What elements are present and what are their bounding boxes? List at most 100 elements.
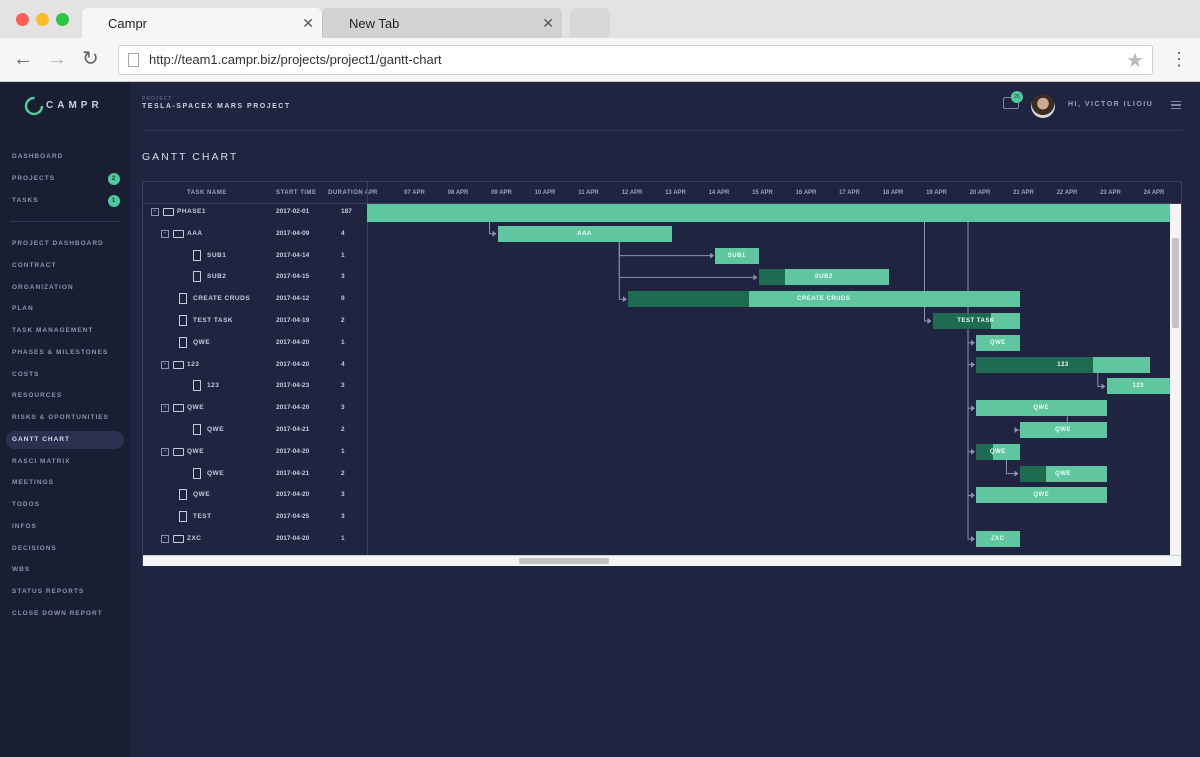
sidebar-item-status-reports[interactable]: STATUS REPORTS [6,583,124,601]
task-bar-label: CREATE CRUDS [797,296,851,303]
sidebar: CAMPR DASHBOARD PROJECTS 2 TASKS 1 PROJECT D… [0,82,130,757]
task-bar[interactable]: AAA [497,225,672,242]
close-tab-icon[interactable]: ✕ [302,8,314,39]
sidebar-item-risks-oportunities[interactable]: RISKS & OPORTUNITIES [6,409,124,427]
close-window-button[interactable] [16,13,29,26]
task-progress [976,356,1093,373]
dependency-arrow [971,339,975,346]
task-bar[interactable]: QWE [1019,422,1107,438]
task-bar[interactable]: CREATE CRUDS [628,291,1020,308]
bookmark-star-icon[interactable]: ★ [1126,48,1144,73]
sidebar-item-project-dashboard[interactable]: PROJECT DASHBOARD [6,235,124,253]
user-greeting[interactable]: HI, VICTOR ILIOIU [1068,101,1153,108]
tab-new-tab[interactable]: New Tab ✕ [322,8,562,39]
sidebar-item-close-down-report[interactable]: CLOSE DOWN REPORT [6,605,124,623]
sidebar-item-phases-milestones[interactable]: PHASES & MILESTONES [6,344,124,362]
task-bar[interactable] [367,204,1170,222]
tab-campr[interactable]: Campr ✕ [82,8,322,39]
tab-label: Campr [108,16,148,31]
scroll-thumb[interactable] [519,558,609,564]
dependency-arrow [623,296,627,303]
horizontal-scrollbar[interactable] [143,555,1181,566]
dependency-arrow [492,230,497,237]
sidebar-item-tasks[interactable]: TASKS 1 [6,192,124,210]
sidebar-divider [10,221,120,222]
task-bar-label: QWE [1033,405,1050,412]
sidebar-item-resources[interactable]: RESOURCES [6,387,124,405]
task-bar-label: SUB2 [814,274,833,281]
browser-menu-icon[interactable]: ⋮ [1170,48,1188,70]
sidebar-item-decisions[interactable]: DECISIONS [6,540,124,558]
reload-icon[interactable]: ↻ [82,48,99,70]
new-tab-button[interactable] [570,8,610,39]
gantt-chart: TASK NAME START TIME DURATION APR 07 APR 0… [142,181,1182,566]
sidebar-item-rasci-matrix[interactable]: RASCI MATRIX [6,453,124,471]
count-badge: 2 [108,173,120,185]
maximize-window-button[interactable] [56,13,69,26]
task-bar[interactable]: SUB2 [758,269,889,286]
sidebar-item-costs[interactable]: COSTS [6,366,124,384]
task-bar-label: ZXC [991,536,1005,542]
task-bar[interactable]: QWE [976,400,1107,417]
sidebar-item-organization[interactable]: ORGANIZATION [6,279,124,297]
browser-toolbar: ← → ↻ http://team1.campr.biz/projects/pr… [0,38,1200,82]
avatar[interactable] [1031,94,1055,118]
sidebar-item-contract[interactable]: CONTRACT [6,257,124,275]
dependency-arrow [927,318,932,324]
sidebar-item-label: TASKS [12,197,39,204]
task-bar-label: QWE [1055,470,1071,477]
task-bar-label: QWE [989,448,1006,455]
sidebar-item-gantt-chart[interactable]: GANTT CHART [6,430,124,449]
task-bar-label: AAA [577,230,592,237]
dependency-arrow [1014,427,1019,433]
address-bar[interactable]: http://team1.campr.biz/projects/project1… [118,45,1153,75]
tab-bar: Campr ✕ New Tab ✕ [0,0,1200,39]
sidebar-item-meetings[interactable]: MEETINGS [6,474,124,492]
task-bar[interactable]: QWE [976,487,1107,504]
task-bar-label: QWE [1055,427,1071,433]
dependency-arrow [971,448,975,455]
dependency-link [618,241,626,300]
dependency-arrow [710,252,714,259]
sidebar-item-wbs[interactable]: WBS [6,561,124,579]
sidebar-item-dashboard[interactable]: DASHBOARD [6,148,124,166]
sidebar-item-projects[interactable]: PROJECTS 2 [6,170,124,188]
task-progress [628,291,750,308]
dependency-arrow [1014,470,1019,477]
dependency-arrow [971,361,975,368]
dependency-link [1097,372,1105,387]
close-tab-icon[interactable]: ✕ [542,8,554,39]
url-text: http://team1.campr.biz/projects/project1… [149,52,442,67]
sidebar-item-infos[interactable]: INFOS [6,518,124,536]
page-icon [128,53,139,67]
task-bar[interactable]: QWE [1019,465,1107,482]
task-bar[interactable]: TEST TASK [932,313,1020,329]
task-progress [758,269,785,286]
tab-label: New Tab [349,16,400,31]
minimize-window-button[interactable] [36,13,49,26]
logo-text: CAMPR [46,100,103,111]
messages-badge: 26 [1011,91,1023,103]
project-name: TESLA-SPACEX MARS PROJECT [142,103,291,110]
back-icon[interactable]: ← [13,48,33,70]
dependency-arrow [971,536,975,542]
sidebar-item-todos[interactable]: TODOS [6,496,124,514]
hamburger-menu-icon[interactable] [1171,101,1181,109]
page-title: GANTT CHART [142,151,239,163]
task-bar-label: TEST TASK [957,318,995,324]
task-bar[interactable]: QWE [976,443,1020,460]
task-bar[interactable]: 123 [1106,378,1170,395]
task-bar[interactable]: SUB1 [715,247,759,264]
task-bar[interactable]: ZXC [976,531,1020,547]
sidebar-item-plan[interactable]: PLAN [6,300,124,318]
vertical-scrollbar[interactable] [1170,204,1181,555]
sidebar-item-task-management[interactable]: TASK MANAGEMENT [6,322,124,340]
header-divider [142,130,1182,131]
task-bar[interactable]: 123 [976,356,1150,373]
dependency-arrow [971,492,975,499]
forward-icon[interactable]: → [47,48,67,70]
task-progress [1019,465,1046,482]
scroll-thumb[interactable] [1172,238,1179,328]
dependency-arrow [971,405,975,412]
task-bar[interactable]: QWE [976,334,1020,351]
